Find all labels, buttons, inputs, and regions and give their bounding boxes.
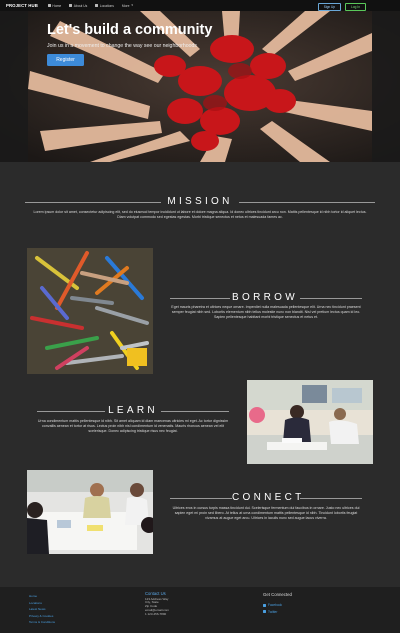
home-icon [47,4,51,7]
learn-classroom-image [247,380,373,464]
learn-divider-left [37,411,105,412]
footer-social: Get Connected Facebook Twitter [263,592,292,615]
footer-link-locations[interactable]: Locations [29,600,55,607]
hero-title: Let's build a community [47,22,213,38]
navbar: PROJECT HUB Home About Us Locations More… [0,0,400,11]
twitter-icon [263,610,266,614]
register-button[interactable]: Register [47,54,84,66]
mission-divider-left [25,202,161,203]
borrow-text: Eget mauris pharetra et ultrices neque o… [171,305,361,320]
nav-more-dropdown[interactable]: More ▼ [122,4,134,8]
connect-divider-right [300,498,362,499]
connect-title: CONNECT [232,492,305,503]
footer-phone[interactable]: 1 123-456-7890 [145,612,169,617]
nav-locations[interactable]: Locations [95,4,114,8]
learn-title: LEARN [108,405,158,416]
facebook-icon [263,603,266,607]
footer: Home Locations Latest News Privacy & Coo… [0,587,400,633]
nav-home[interactable]: Home [47,3,62,8]
connect-divider-left [170,498,232,499]
twitter-link[interactable]: Twitter [263,609,292,616]
footer-link-privacy[interactable]: Privacy & Cookies [29,613,55,620]
borrow-divider-left [170,298,230,299]
borrow-divider-right [300,298,362,299]
footer-social-heading: Get Connected [263,592,292,597]
nav-more-label: More [121,3,130,8]
nav-about-label: About Us [73,3,88,8]
map-icon [95,4,99,7]
footer-link-terms[interactable]: Terms & Conditions [29,619,55,626]
borrow-tools-image [27,248,153,374]
hero-banner: Let's build a community Join us in a mov… [0,11,400,162]
brand-logo[interactable]: PROJECT HUB [6,3,38,8]
borrow-title: BORROW [232,292,298,303]
info-icon [69,4,73,7]
mission-divider-right [239,202,375,203]
nav-locations-label: Locations [99,3,114,8]
learn-divider-right [161,411,229,412]
login-button[interactable]: Log In [345,2,366,11]
footer-link-home[interactable]: Home [29,593,55,600]
nav-home-label: Home [52,3,62,8]
footer-links: Home Locations Latest News Privacy & Coo… [29,593,55,626]
footer-contact: Contact Us 123 Address Way City, State Z… [145,591,169,617]
learn-text: Urna condimentum mattis pellentesque id … [37,419,229,434]
twitter-label: Twitter [268,609,278,614]
connect-text: Ultrices eros in cursus turpis massa tin… [172,506,360,521]
footer-link-news[interactable]: Latest News [29,606,55,613]
mission-text: Lorem ipsum dolor sit amet, consectetur … [33,210,367,220]
nav-about[interactable]: About Us [69,4,87,8]
mission-title: MISSION [167,196,233,207]
footer-contact-heading: Contact Us [145,591,166,596]
connect-group-image [27,470,153,554]
hero-subtitle: Join us in a movement to change the way … [47,43,197,49]
signup-button[interactable]: Sign Up [317,2,342,11]
chevron-down-icon: ▼ [130,4,134,7]
